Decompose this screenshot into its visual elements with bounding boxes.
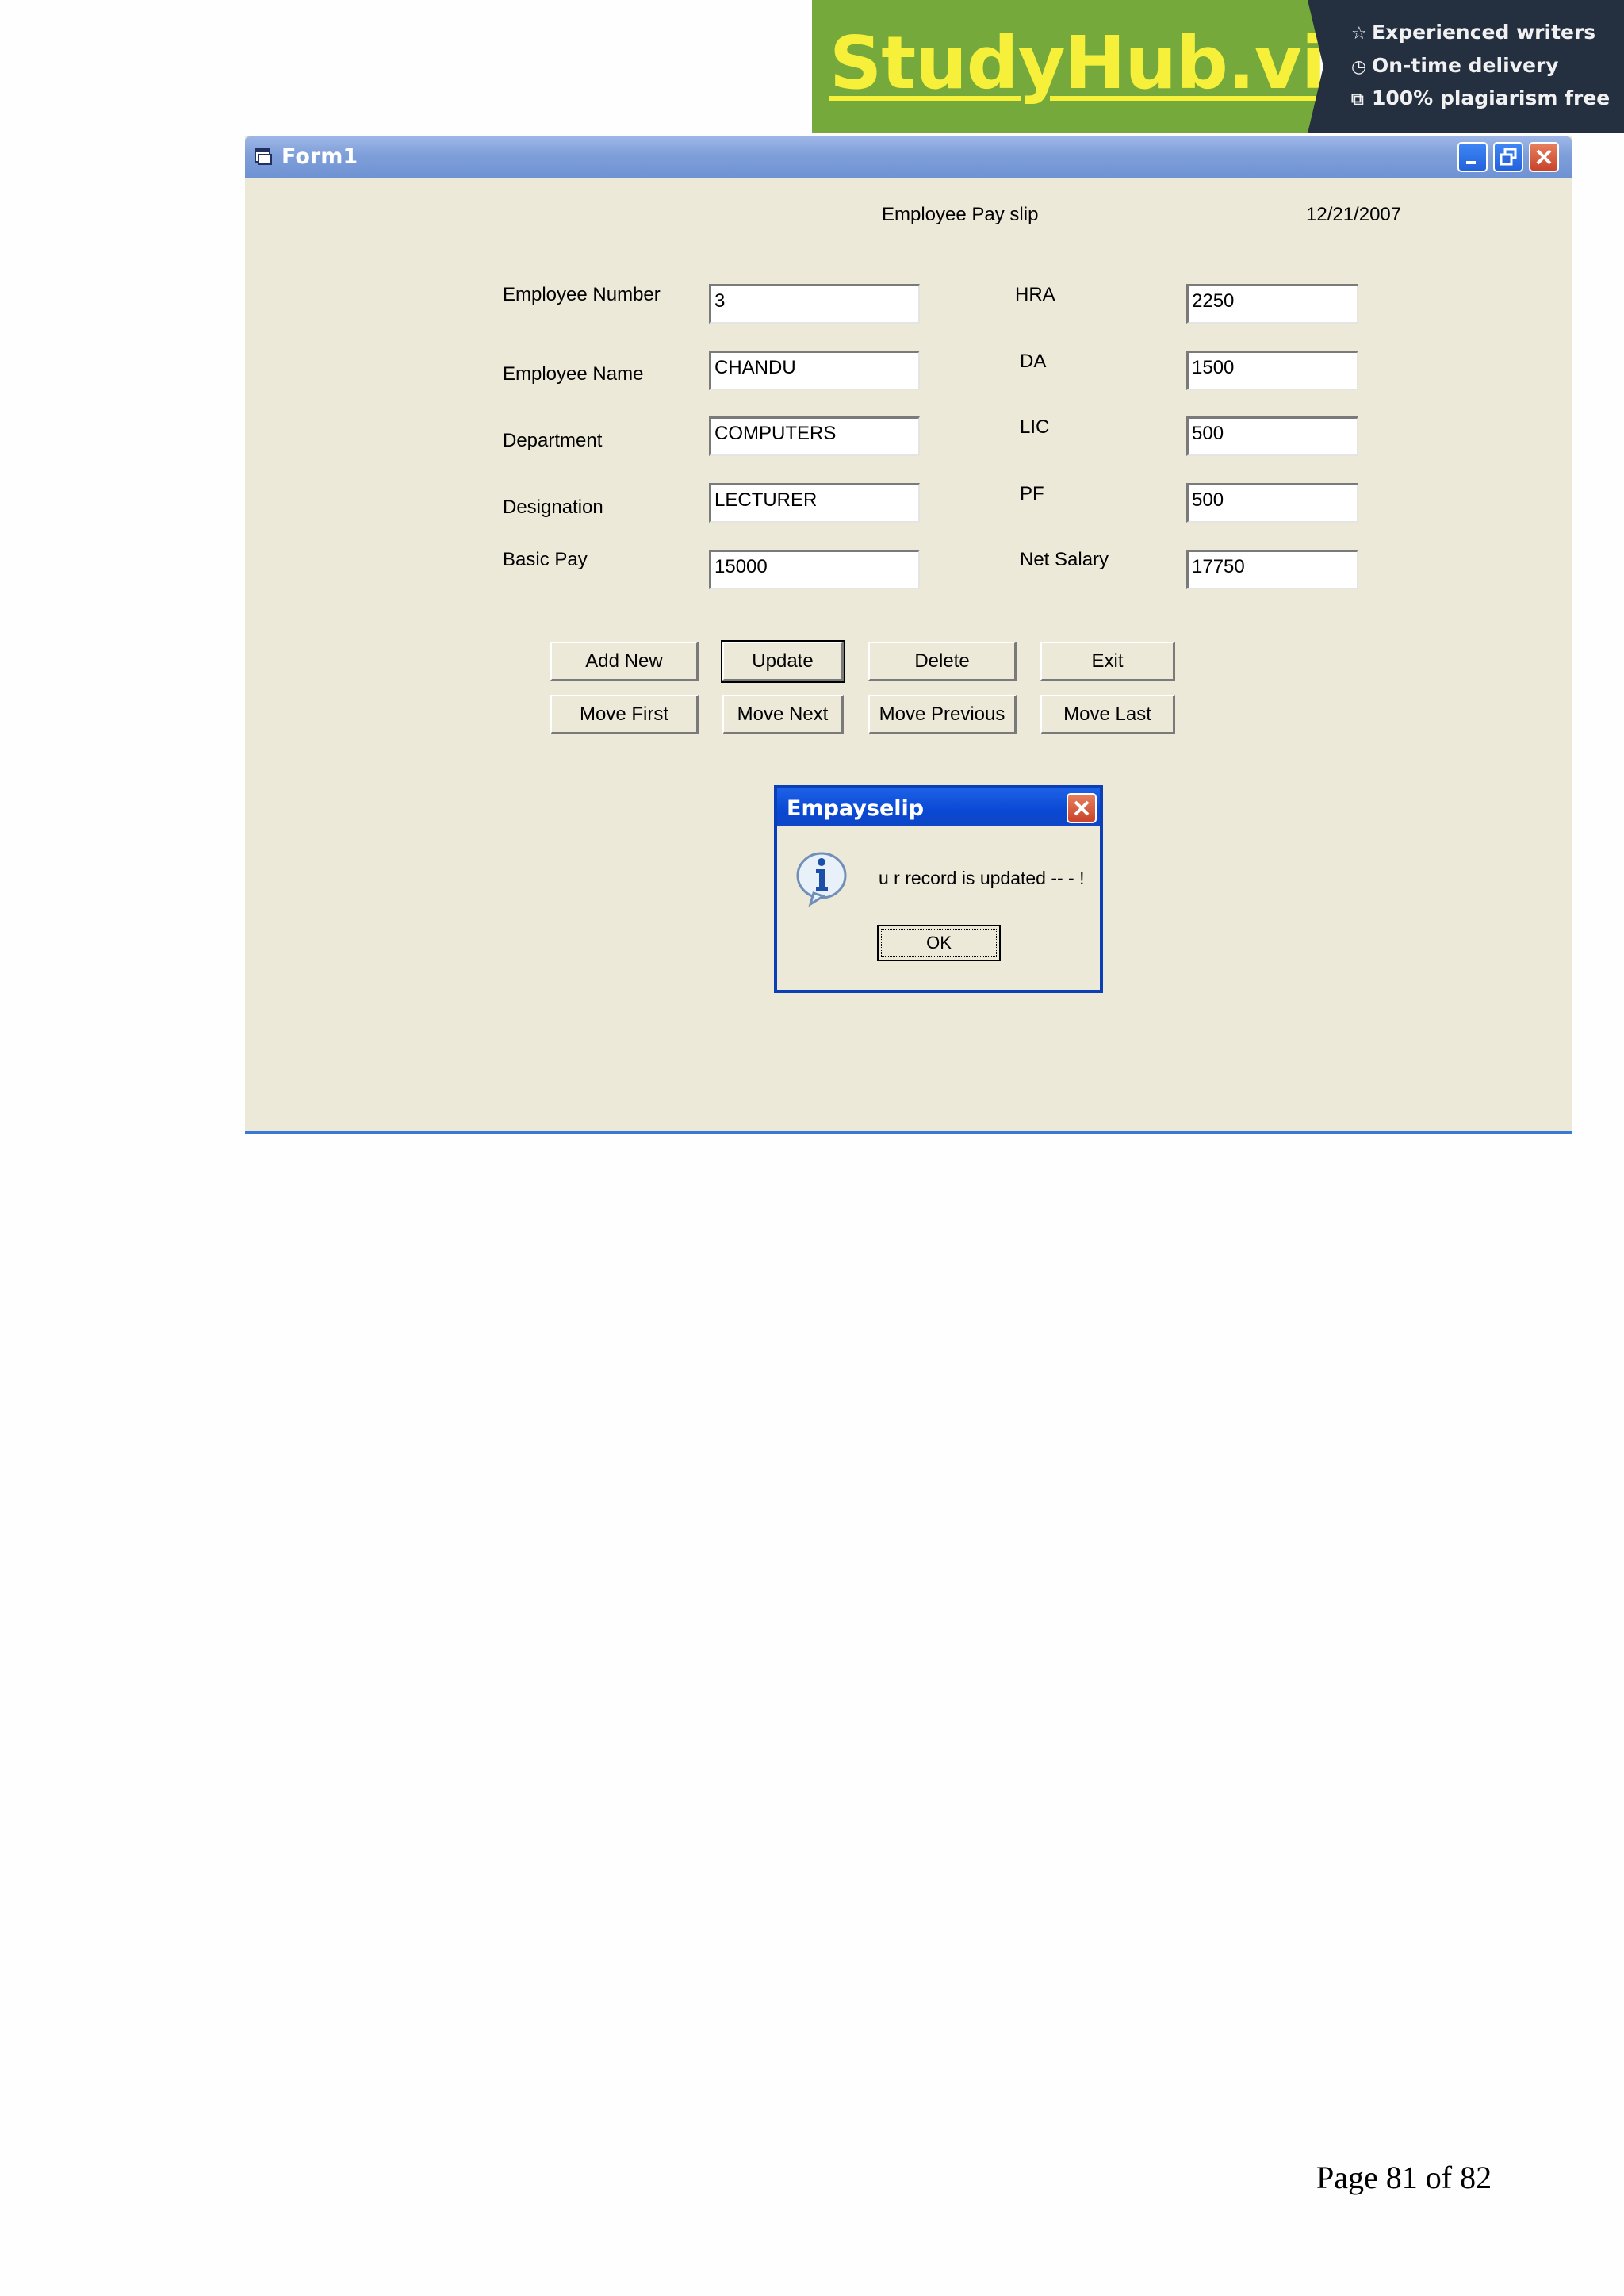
- page-number: Page 81 of 82: [1316, 2160, 1492, 2195]
- lic-field[interactable]: 500: [1186, 416, 1358, 456]
- clock-icon: ◷: [1351, 57, 1367, 77]
- ok-button-label: OK: [881, 929, 997, 957]
- restore-icon: [1500, 148, 1517, 166]
- employee-name-field[interactable]: CHANDU: [709, 351, 920, 390]
- dialog-close-button[interactable]: [1067, 793, 1097, 823]
- move-previous-button[interactable]: Move Previous: [868, 695, 1017, 734]
- designation-field[interactable]: LECTURER: [709, 483, 920, 523]
- feature-on-time-delivery: ◷ On-time delivery: [1351, 54, 1559, 77]
- update-button[interactable]: Update: [721, 640, 845, 683]
- hra-field[interactable]: 2250: [1186, 284, 1358, 324]
- add-new-button[interactable]: Add New: [550, 642, 699, 681]
- close-icon: [1536, 149, 1552, 165]
- net-salary-label: Net Salary: [1020, 549, 1109, 570]
- da-field[interactable]: 1500: [1186, 351, 1358, 390]
- banner-brand-panel: StudyHub.vip: [812, 0, 1377, 133]
- form-icon: [255, 148, 272, 165]
- move-last-button[interactable]: Move Last: [1040, 695, 1175, 734]
- window-title: Form1: [282, 144, 358, 169]
- pf-field[interactable]: 500: [1186, 483, 1358, 523]
- star-icon: ☆: [1351, 24, 1367, 44]
- employee-number-field[interactable]: 3: [709, 284, 920, 324]
- move-next-button[interactable]: Move Next: [722, 695, 844, 734]
- designation-label: Designation: [503, 496, 603, 518]
- da-label: DA: [1020, 351, 1047, 372]
- dialog-title: Empayselip: [787, 796, 925, 821]
- pf-label: PF: [1020, 483, 1044, 504]
- brand-logo: StudyHub.vip: [829, 21, 1377, 105]
- message-dialog: Empayselip u r record is updated -- - ! …: [774, 785, 1103, 993]
- ok-button[interactable]: OK: [877, 925, 1001, 961]
- close-button[interactable]: [1529, 142, 1559, 172]
- exit-button[interactable]: Exit: [1040, 642, 1175, 681]
- info-icon: [796, 852, 847, 907]
- window-titlebar[interactable]: Form1: [245, 136, 1572, 178]
- page-heading: Employee Pay slip: [882, 204, 1039, 225]
- feature-plagiarism-free: ⧉ 100% plagiarism free: [1351, 86, 1611, 109]
- lic-label: LIC: [1020, 416, 1050, 438]
- dialog-message: u r record is updated -- - !: [879, 868, 1085, 888]
- date-label: 12/21/2007: [1306, 204, 1402, 225]
- move-first-button[interactable]: Move First: [550, 695, 699, 734]
- employee-name-label: Employee Name: [503, 363, 644, 385]
- form1-window: Form1 Employee Pay slip 12/21/2007 Emplo…: [245, 136, 1572, 1134]
- employee-number-label: Employee Number: [503, 284, 661, 305]
- net-salary-field[interactable]: 17750: [1186, 550, 1358, 589]
- restore-button[interactable]: [1493, 142, 1523, 172]
- studyhub-banner[interactable]: StudyHub.vip ☆ Experienced writers ◷ On-ti…: [812, 0, 1624, 133]
- department-label: Department: [503, 430, 603, 451]
- basic-pay-label: Basic Pay: [503, 549, 588, 570]
- close-icon: [1074, 800, 1090, 816]
- feature-experienced-writers: ☆ Experienced writers: [1351, 21, 1596, 44]
- copy-icon: ⧉: [1351, 90, 1364, 109]
- minimize-button[interactable]: [1457, 142, 1488, 172]
- hra-label: HRA: [1015, 284, 1055, 305]
- minimize-icon: [1466, 161, 1476, 164]
- department-field[interactable]: COMPUTERS: [709, 416, 920, 456]
- basic-pay-field[interactable]: 15000: [709, 550, 920, 589]
- dialog-titlebar[interactable]: Empayselip: [777, 788, 1100, 826]
- delete-button[interactable]: Delete: [868, 642, 1017, 681]
